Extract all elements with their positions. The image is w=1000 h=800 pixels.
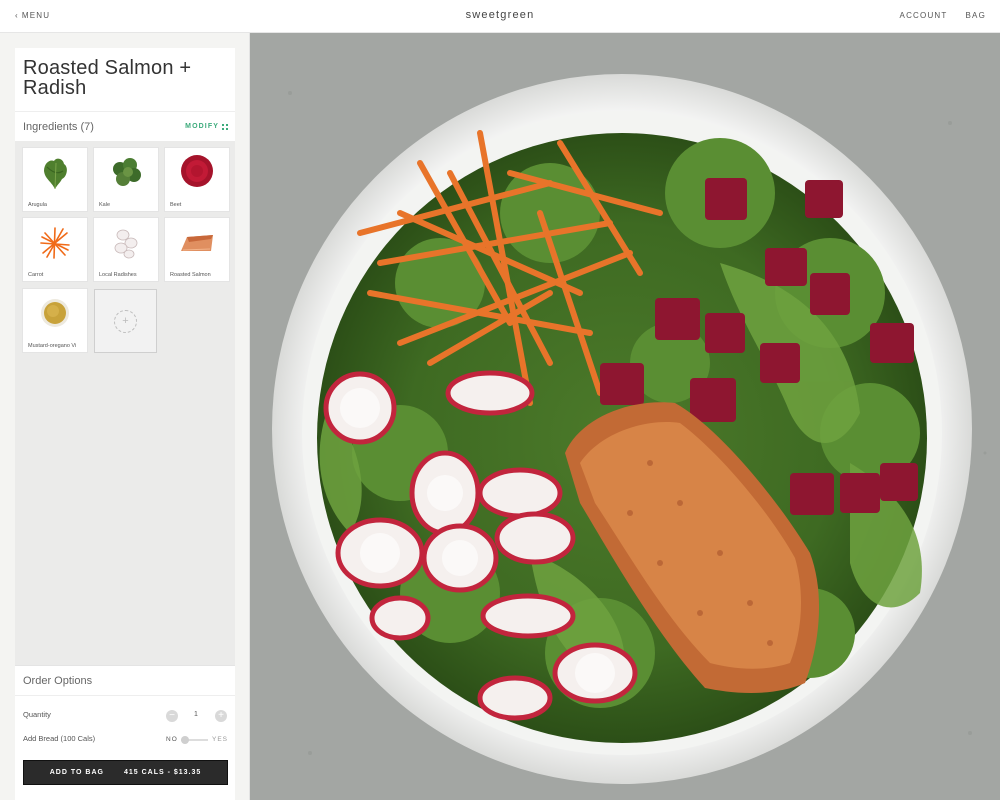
grid-icon bbox=[222, 123, 228, 130]
vinaigrette-icon bbox=[41, 299, 69, 327]
product-panel: Roasted Salmon + Radish Ingredients (7) … bbox=[0, 33, 250, 800]
ingredient-grid: Arugula Kale Beet Carrot Local Radishes … bbox=[15, 141, 235, 665]
ingredient-name: Carrot bbox=[28, 272, 44, 278]
add-ingredient-button[interactable]: + bbox=[94, 289, 157, 353]
product-title: Roasted Salmon + Radish bbox=[23, 57, 192, 99]
order-options-title: Order Options bbox=[23, 675, 93, 687]
order-options: Quantity − 1 + Add Bread (100 Cals) NO Y… bbox=[15, 695, 235, 800]
radish-icon bbox=[114, 229, 138, 259]
ingredient-tile-vinaigrette[interactable]: Mustard-oregano Vi bbox=[23, 289, 87, 352]
quantity-label: Quantity bbox=[23, 710, 51, 719]
bread-no-label: NO bbox=[166, 736, 178, 743]
modify-label: MODIFY bbox=[185, 123, 219, 130]
bag-link[interactable]: BAG bbox=[966, 11, 987, 20]
ingredients-label: Ingredients (7) bbox=[23, 121, 94, 133]
order-options-header: Order Options bbox=[15, 665, 235, 695]
ingredient-tile-arugula[interactable]: Arugula bbox=[23, 148, 87, 211]
bread-toggle-knob[interactable] bbox=[181, 736, 189, 744]
salad-bowl-photo bbox=[250, 33, 1000, 800]
ingredients-header: Ingredients (7) MODIFY bbox=[15, 111, 235, 141]
ingredient-tile-carrot[interactable]: Carrot bbox=[23, 218, 87, 281]
ingredient-tile-salmon[interactable]: Roasted Salmon bbox=[165, 218, 229, 281]
ingredient-tile-beet[interactable]: Beet bbox=[165, 148, 229, 211]
top-nav: ‹ MENU sweetgreen ACCOUNT BAG bbox=[0, 0, 1000, 33]
product-hero-image bbox=[250, 33, 1000, 800]
carrot-icon bbox=[40, 227, 70, 259]
decrement-button[interactable]: − bbox=[166, 710, 178, 722]
ingredient-tile-kale[interactable]: Kale bbox=[94, 148, 158, 211]
increment-button[interactable]: + bbox=[215, 710, 227, 722]
add-to-bag-summary: 415 CALS - $13.35 bbox=[123, 769, 202, 776]
bread-yes-label: YES bbox=[212, 736, 229, 743]
product-title-card: Roasted Salmon + Radish bbox=[15, 48, 235, 111]
bread-label: Add Bread (100 Cals) bbox=[23, 734, 96, 743]
salmon-icon bbox=[181, 235, 213, 251]
plus-icon: + bbox=[218, 710, 224, 721]
kale-icon bbox=[113, 158, 141, 186]
ingredient-name: Arugula bbox=[28, 202, 47, 208]
brand-logo[interactable]: sweetgreen bbox=[0, 9, 1000, 21]
modify-button[interactable]: MODIFY bbox=[185, 123, 228, 130]
add-to-bag-label: ADD TO BAG bbox=[49, 769, 104, 776]
ingredient-tile-radishes[interactable]: Local Radishes bbox=[94, 218, 158, 281]
ingredient-name: Local Radishes bbox=[99, 272, 137, 278]
ingredient-name: Roasted Salmon bbox=[170, 272, 211, 278]
arugula-icon bbox=[44, 158, 67, 190]
plus-icon: + bbox=[114, 310, 137, 333]
beet-icon bbox=[181, 155, 213, 187]
ingredient-name: Beet bbox=[170, 202, 182, 208]
minus-icon: − bbox=[169, 710, 175, 721]
account-link[interactable]: ACCOUNT bbox=[900, 11, 948, 20]
add-to-bag-button[interactable]: ADD TO BAG 415 CALS - $13.35 bbox=[23, 760, 228, 785]
quantity-value: 1 bbox=[194, 711, 198, 718]
ingredient-name: Kale bbox=[99, 202, 111, 208]
ingredient-name: Mustard-oregano Vi bbox=[28, 343, 77, 349]
